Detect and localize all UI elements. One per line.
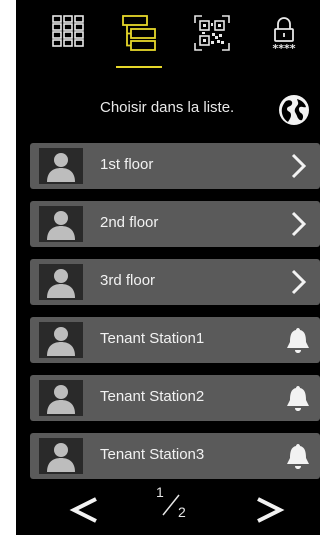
lock-code-icon: **** (272, 17, 296, 54)
tab-directory[interactable] (113, 14, 165, 68)
avatar-icon (39, 148, 83, 184)
tab-qr-code[interactable] (186, 14, 238, 66)
list-item-label: Tenant Station2 (100, 388, 205, 405)
list-item[interactable]: Tenant Station3 (30, 433, 320, 479)
svg-text:****: **** (272, 42, 295, 54)
globe-icon[interactable] (277, 93, 311, 127)
tab-lock-code[interactable]: **** (258, 14, 310, 66)
top-navigation: **** (16, 0, 320, 72)
avatar-icon (39, 438, 83, 474)
keypad-grid-icon (52, 15, 84, 47)
list-item[interactable]: Tenant Station1 (30, 317, 320, 363)
prompt-text: Choisir dans la liste. (100, 99, 235, 116)
prompt-bar: Choisir dans la liste. (16, 88, 320, 130)
avatar-icon (39, 264, 83, 300)
avatar-icon (39, 380, 83, 416)
list-item-label: 2nd floor (100, 214, 159, 231)
list-item[interactable]: 2nd floor (30, 201, 320, 247)
list-item[interactable]: 1st floor (30, 143, 320, 189)
directory-list-icon (122, 15, 156, 51)
chevron-right-icon[interactable] (284, 209, 312, 239)
chevron-right-icon[interactable] (284, 151, 312, 181)
previous-page-button[interactable] (68, 492, 102, 528)
qr-code-icon (194, 15, 230, 51)
list-item-label: 3rd floor (100, 272, 156, 289)
list-item[interactable]: 3rd floor (30, 259, 320, 305)
list-item-label: Tenant Station3 (100, 446, 205, 463)
chevron-right-icon[interactable] (284, 267, 312, 297)
list-item-label: Tenant Station1 (100, 330, 205, 347)
next-page-button[interactable] (252, 492, 286, 528)
bell-icon[interactable] (284, 325, 312, 355)
bell-icon[interactable] (284, 383, 312, 413)
avatar-icon (39, 322, 83, 358)
pagination: 1 2 (16, 478, 320, 535)
bell-icon[interactable] (284, 441, 312, 471)
tab-keypad[interactable] (42, 14, 94, 66)
page-total: 2 (178, 504, 186, 520)
intercom-screen: **** Choisir dans la liste. 1st floor 2n… (16, 0, 320, 535)
list-item[interactable]: Tenant Station2 (30, 375, 320, 421)
avatar-icon (39, 206, 83, 242)
list-item-label: 1st floor (100, 156, 154, 173)
